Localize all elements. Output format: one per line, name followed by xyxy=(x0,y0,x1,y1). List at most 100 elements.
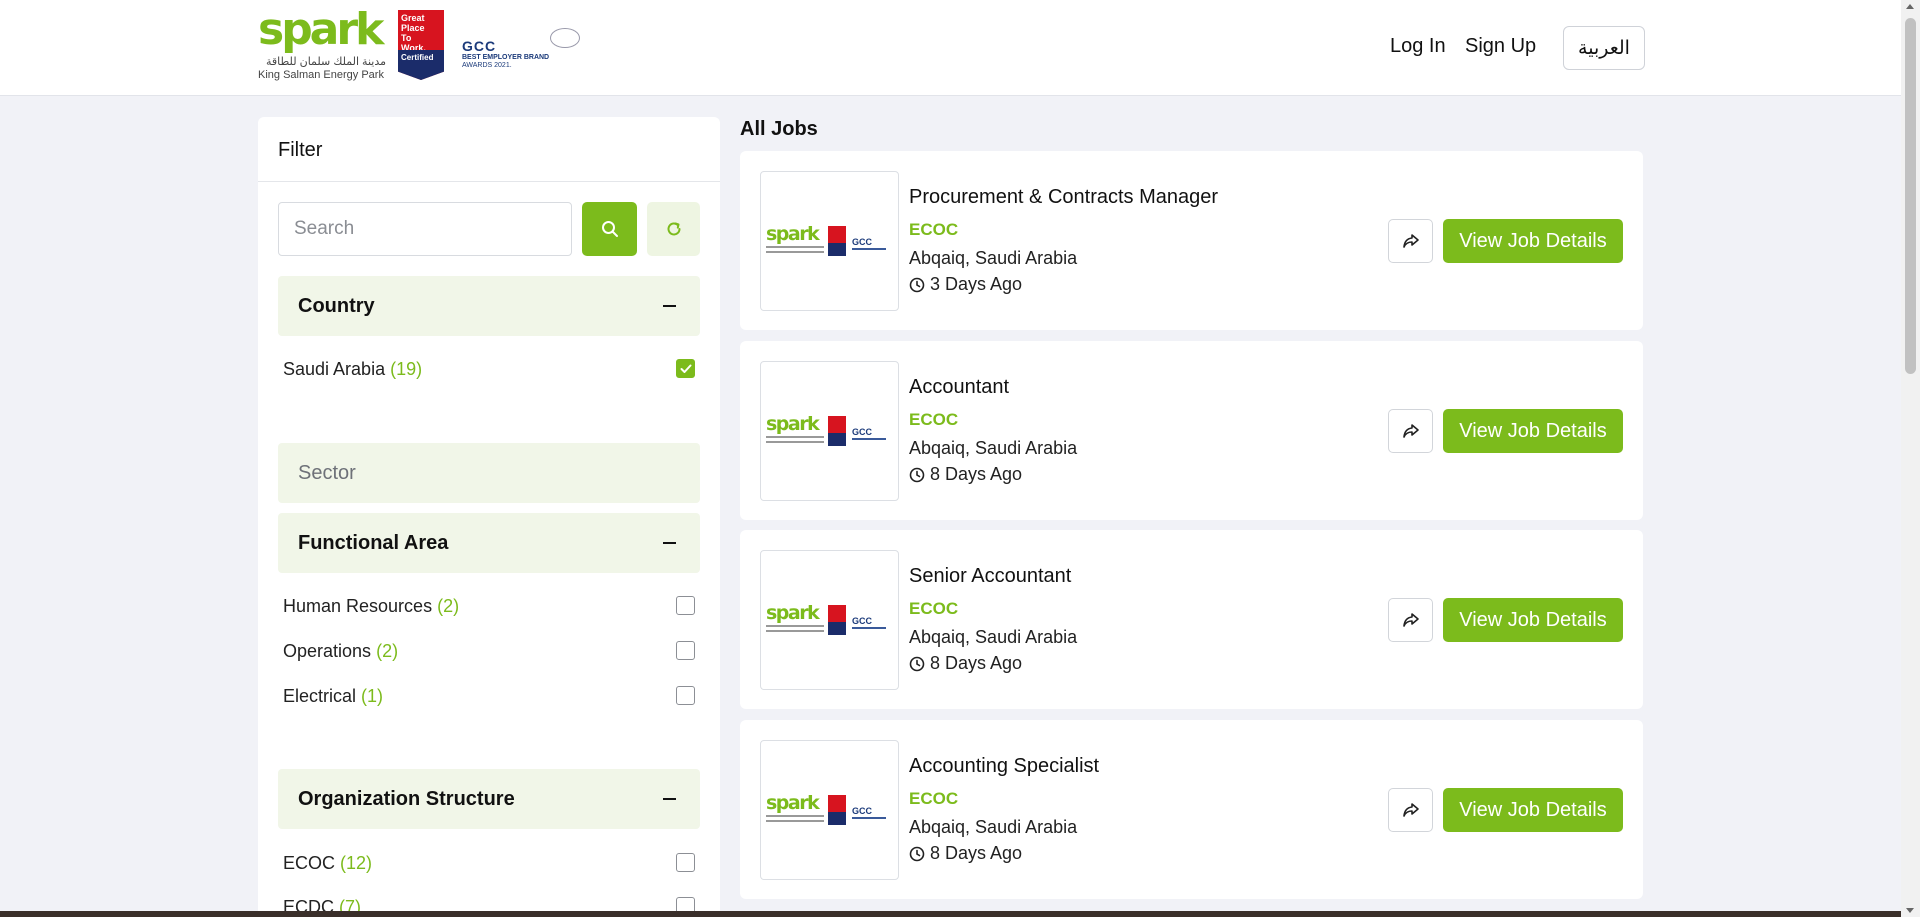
search-icon xyxy=(601,221,618,237)
job-location: Abqaiq, Saudi Arabia xyxy=(909,248,1078,268)
company-logo: spark GCC xyxy=(760,171,899,311)
job-posted-text: 8 Days Ago xyxy=(930,843,1023,863)
option-count: (2) xyxy=(376,641,399,661)
sector-title: Sector xyxy=(298,462,356,484)
checkbox[interactable] xyxy=(676,853,695,872)
gcc-line1: BEST EMPLOYER BRAND xyxy=(462,54,550,61)
gcc-line2: AWARDS 2021. xyxy=(462,62,512,69)
checkbox[interactable] xyxy=(676,596,695,615)
mini-logo-word: spark xyxy=(766,602,820,624)
country-accordion-header[interactable]: Country xyxy=(278,276,700,336)
checkbox[interactable] xyxy=(676,686,695,705)
job-posted-text: 8 Days Ago xyxy=(930,464,1023,484)
job-posted: 8 Days Ago xyxy=(909,653,1022,674)
job-card[interactable]: spark GCC Procurement & Contracts Manager… xyxy=(740,151,1643,330)
job-title[interactable]: Procurement & Contracts Manager xyxy=(909,186,1218,209)
organization-structure-title: Organization Structure xyxy=(298,788,515,810)
organization-structure-accordion-header[interactable]: Organization Structure xyxy=(278,769,700,829)
page-scrollbar[interactable] xyxy=(1901,0,1920,917)
search-button[interactable] xyxy=(582,202,637,256)
option-count: (1) xyxy=(361,686,384,706)
job-card[interactable]: spark GCC Senior Accountant ECOC Abqaiq, … xyxy=(740,530,1643,709)
clock-icon xyxy=(909,467,925,482)
sector-accordion-header[interactable]: Sector xyxy=(278,443,700,503)
site-header: spark مدينة الملك سلمان للطاقة King Salm… xyxy=(0,0,1901,96)
option-count: (19) xyxy=(390,359,423,379)
clock-icon xyxy=(909,656,925,671)
functional-area-option[interactable]: Human Resources (2) xyxy=(283,594,700,618)
job-company: ECOC xyxy=(909,599,959,618)
job-posted-text: 8 Days Ago xyxy=(930,653,1023,673)
option-label: Electrical xyxy=(283,686,357,706)
spark-logo-english: King Salman Energy Park xyxy=(258,69,384,81)
scroll-down-arrow-icon[interactable] xyxy=(1906,908,1914,913)
company-logo: spark GCC xyxy=(760,361,899,501)
checkbox[interactable] xyxy=(676,641,695,660)
functional-area-accordion-header[interactable]: Functional Area xyxy=(278,513,700,573)
country-title: Country xyxy=(298,295,375,317)
organization-option[interactable]: ECOC (12) xyxy=(283,851,700,875)
award-seal-icon xyxy=(550,28,580,48)
mini-logo-gcc: GCC xyxy=(852,806,872,816)
country-option[interactable]: Saudi Arabia (19) xyxy=(283,357,700,381)
option-label: Operations xyxy=(283,641,372,661)
mini-logo-gcc: GCC xyxy=(852,427,872,437)
option-label: Saudi Arabia xyxy=(283,359,386,379)
clock-icon xyxy=(909,846,925,861)
language-button[interactable]: العربية xyxy=(1563,26,1645,70)
share-button[interactable] xyxy=(1388,409,1433,453)
reset-button[interactable] xyxy=(647,202,700,256)
job-posted-text: 3 Days Ago xyxy=(930,274,1023,294)
job-title[interactable]: Accountant xyxy=(909,376,1009,399)
share-button[interactable] xyxy=(1388,788,1433,832)
check-icon xyxy=(680,364,691,373)
collapse-icon xyxy=(663,542,676,544)
scroll-up-arrow-icon[interactable] xyxy=(1906,4,1914,9)
spark-logo-arabic: مدينة الملك سلمان للطاقة xyxy=(266,56,386,68)
spark-logo-word: spark xyxy=(258,4,384,55)
filter-title: Filter xyxy=(278,139,323,161)
collapse-icon xyxy=(663,305,676,307)
checkbox-checked[interactable] xyxy=(676,359,695,378)
job-title[interactable]: Senior Accountant xyxy=(909,565,1071,588)
signup-link[interactable]: Sign Up xyxy=(1465,35,1536,58)
option-label: Human Resources xyxy=(283,596,433,616)
job-card[interactable]: spark GCC Accountant ECOC Abqaiq, Saudi A… xyxy=(740,341,1643,520)
job-posted: 3 Days Ago xyxy=(909,274,1022,295)
window-bottom-edge xyxy=(0,911,1901,917)
share-icon xyxy=(1402,613,1419,627)
search-input[interactable] xyxy=(278,202,572,256)
filter-sidebar: Filter Country Saudi Arabia (19) Sector … xyxy=(258,117,720,917)
job-posted: 8 Days Ago xyxy=(909,843,1022,864)
view-job-details-button[interactable]: View Job Details xyxy=(1443,219,1623,263)
functional-area-option[interactable]: Operations (2) xyxy=(283,639,700,663)
job-title[interactable]: Accounting Specialist xyxy=(909,755,1099,778)
gcc-name: GCC xyxy=(462,38,497,54)
scroll-thumb[interactable] xyxy=(1905,18,1916,374)
gptw-line: To xyxy=(401,33,412,43)
mini-logo-gcc: GCC xyxy=(852,237,872,247)
mini-logo-word: spark xyxy=(766,413,820,435)
job-company: ECOC xyxy=(909,220,959,239)
great-place-to-work-badge: Great Place To Work. Certified xyxy=(398,10,444,80)
job-location: Abqaiq, Saudi Arabia xyxy=(909,627,1078,647)
spark-logo[interactable]: spark مدينة الملك سلمان للطاقة King Salm… xyxy=(258,6,388,82)
filter-divider xyxy=(258,181,720,182)
logo-group[interactable]: spark مدينة الملك سلمان للطاقة King Salm… xyxy=(258,6,580,82)
job-card[interactable]: spark GCC Accounting Specialist ECOC Abqa… xyxy=(740,720,1643,899)
collapse-icon xyxy=(663,798,676,800)
view-job-details-button[interactable]: View Job Details xyxy=(1443,598,1623,642)
functional-area-title: Functional Area xyxy=(298,532,449,554)
refresh-icon xyxy=(667,222,680,236)
company-logo: spark GCC xyxy=(760,740,899,880)
share-icon xyxy=(1402,803,1419,817)
functional-area-option[interactable]: Electrical (1) xyxy=(283,684,700,708)
view-job-details-button[interactable]: View Job Details xyxy=(1443,788,1623,832)
job-location: Abqaiq, Saudi Arabia xyxy=(909,817,1078,837)
share-button[interactable] xyxy=(1388,598,1433,642)
gcc-award-badge: GCC BEST EMPLOYER BRAND AWARDS 2021. xyxy=(462,28,580,70)
view-job-details-button[interactable]: View Job Details xyxy=(1443,409,1623,453)
login-link[interactable]: Log In xyxy=(1390,35,1446,58)
option-label: ECOC xyxy=(283,853,336,873)
share-button[interactable] xyxy=(1388,219,1433,263)
